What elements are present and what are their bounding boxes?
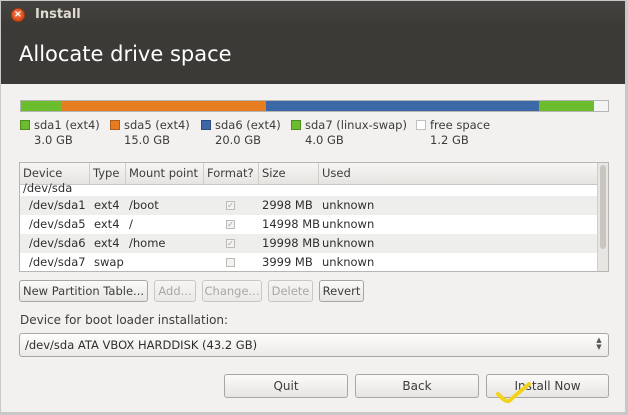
cell-size: 14998 MB	[262, 217, 321, 231]
legend-size: 15.0 GB	[124, 133, 171, 147]
cell-type: ext4	[94, 217, 120, 231]
table-row[interactable]: /dev/sda5 ext4 / 14998 MB unknown ✓	[20, 215, 598, 234]
cell-mount: /boot	[129, 198, 159, 212]
cell-size: 3999 MB	[262, 255, 313, 269]
col-header-size[interactable]: Size	[259, 163, 319, 185]
partition-table: Device Type Mount point Format? Size Use…	[19, 162, 609, 272]
table-row[interactable]: /dev/sda1 ext4/boot 2998 MB unknown ✓	[20, 196, 598, 215]
table-scrollbar[interactable]	[597, 163, 608, 271]
checkmark-annotation-icon	[496, 382, 531, 404]
legend-swatch	[201, 120, 211, 130]
cell-used: unknown	[322, 255, 375, 269]
revert-button[interactable]: Revert	[319, 280, 364, 302]
format-checkbox[interactable]: ✓	[226, 239, 235, 248]
cell-device: /dev/sda7	[29, 255, 86, 269]
legend-size: 1.2 GB	[430, 133, 469, 147]
col-header-type[interactable]: Type	[90, 163, 126, 185]
cell-device: /dev/sda5	[29, 217, 86, 231]
legend-size: 3.0 GB	[34, 133, 73, 147]
legend-name: sda7 (linux-swap)	[305, 118, 407, 132]
partition-segment-sda5	[61, 101, 267, 111]
col-header-mount-point[interactable]: Mount point	[126, 163, 204, 185]
cell-type: swap	[94, 255, 124, 269]
boot-loader-select[interactable]: /dev/sda ATA VBOX HARDDISK (43.2 GB) ▲ ▼	[19, 333, 609, 357]
partition-segment-sda6	[266, 101, 540, 111]
add-partition-button[interactable]: Add...	[154, 280, 196, 302]
delete-partition-button[interactable]: Delete	[268, 280, 313, 302]
cell-type: ext4	[94, 236, 120, 250]
cell-mount: /	[129, 217, 133, 231]
table-row[interactable]: /dev/sda7 swap 3999 MB unknown	[20, 253, 598, 271]
updown-arrows-icon: ▲ ▼	[596, 336, 602, 351]
legend-size: 4.0 GB	[305, 133, 344, 147]
quit-button[interactable]: Quit	[224, 374, 348, 398]
cell-type: ext4	[94, 198, 120, 212]
legend-name: sda1 (ext4)	[34, 118, 100, 132]
cell-mount: /home	[129, 236, 166, 250]
col-header-format[interactable]: Format?	[204, 163, 259, 185]
format-checkbox[interactable]: ✓	[226, 201, 235, 210]
window-title: Install	[35, 7, 81, 22]
cell-used: unknown	[322, 236, 375, 250]
cell-device: /dev/sda6	[29, 236, 86, 250]
legend-name: sda6 (ext4)	[215, 118, 281, 132]
boot-loader-selected-value: /dev/sda ATA VBOX HARDDISK (43.2 GB)	[25, 338, 258, 352]
legend-swatch	[416, 120, 426, 130]
cell-used: unknown	[322, 217, 375, 231]
installer-window: × Install Allocate drive space sda1 (ext…	[0, 0, 628, 415]
legend-swatch	[20, 120, 30, 130]
main-content: sda1 (ext4) 3.0 GB sda5 (ext4) 15.0 GB sda6 …	[1, 84, 625, 412]
col-header-used[interactable]: Used	[319, 163, 598, 185]
table-header: Device Type Mount point Format? Size Use…	[20, 163, 598, 185]
legend-name: sda5 (ext4)	[124, 118, 190, 132]
boot-loader-label: Device for boot loader installation:	[20, 313, 229, 327]
cell-size: 19998 MB	[262, 236, 321, 250]
back-button[interactable]: Back	[355, 374, 479, 398]
legend-name: free space	[430, 118, 491, 132]
legend-swatch	[291, 120, 301, 130]
cell-used: unknown	[322, 198, 375, 212]
legend-size: 20.0 GB	[215, 133, 262, 147]
change-partition-button[interactable]: Change...	[202, 280, 262, 302]
partition-legend: sda1 (ext4) 3.0 GB sda5 (ext4) 15.0 GB sda6 …	[20, 118, 620, 148]
partition-segment-sda7	[539, 101, 594, 111]
page-header: Allocate drive space	[1, 29, 625, 84]
page-title: Allocate drive space	[19, 42, 232, 66]
title-bar: × Install	[1, 1, 625, 29]
scrollbar-thumb[interactable]	[600, 165, 606, 249]
legend-swatch	[110, 120, 120, 130]
partition-usage-bar	[20, 100, 609, 112]
cell-device: /dev/sda1	[29, 198, 86, 212]
new-partition-table-button[interactable]: New Partition Table...	[19, 280, 148, 302]
device-group-label[interactable]: /dev/sda	[23, 181, 72, 195]
table-row[interactable]: /dev/sda6 ext4/home 19998 MB unknown ✓	[20, 234, 598, 253]
partition-segment-sda1	[21, 101, 62, 111]
format-checkbox[interactable]: ✓	[226, 220, 235, 229]
close-icon[interactable]: ×	[11, 8, 25, 22]
format-checkbox[interactable]	[226, 258, 235, 267]
cell-size: 2998 MB	[262, 198, 313, 212]
partition-segment-free	[593, 101, 608, 111]
